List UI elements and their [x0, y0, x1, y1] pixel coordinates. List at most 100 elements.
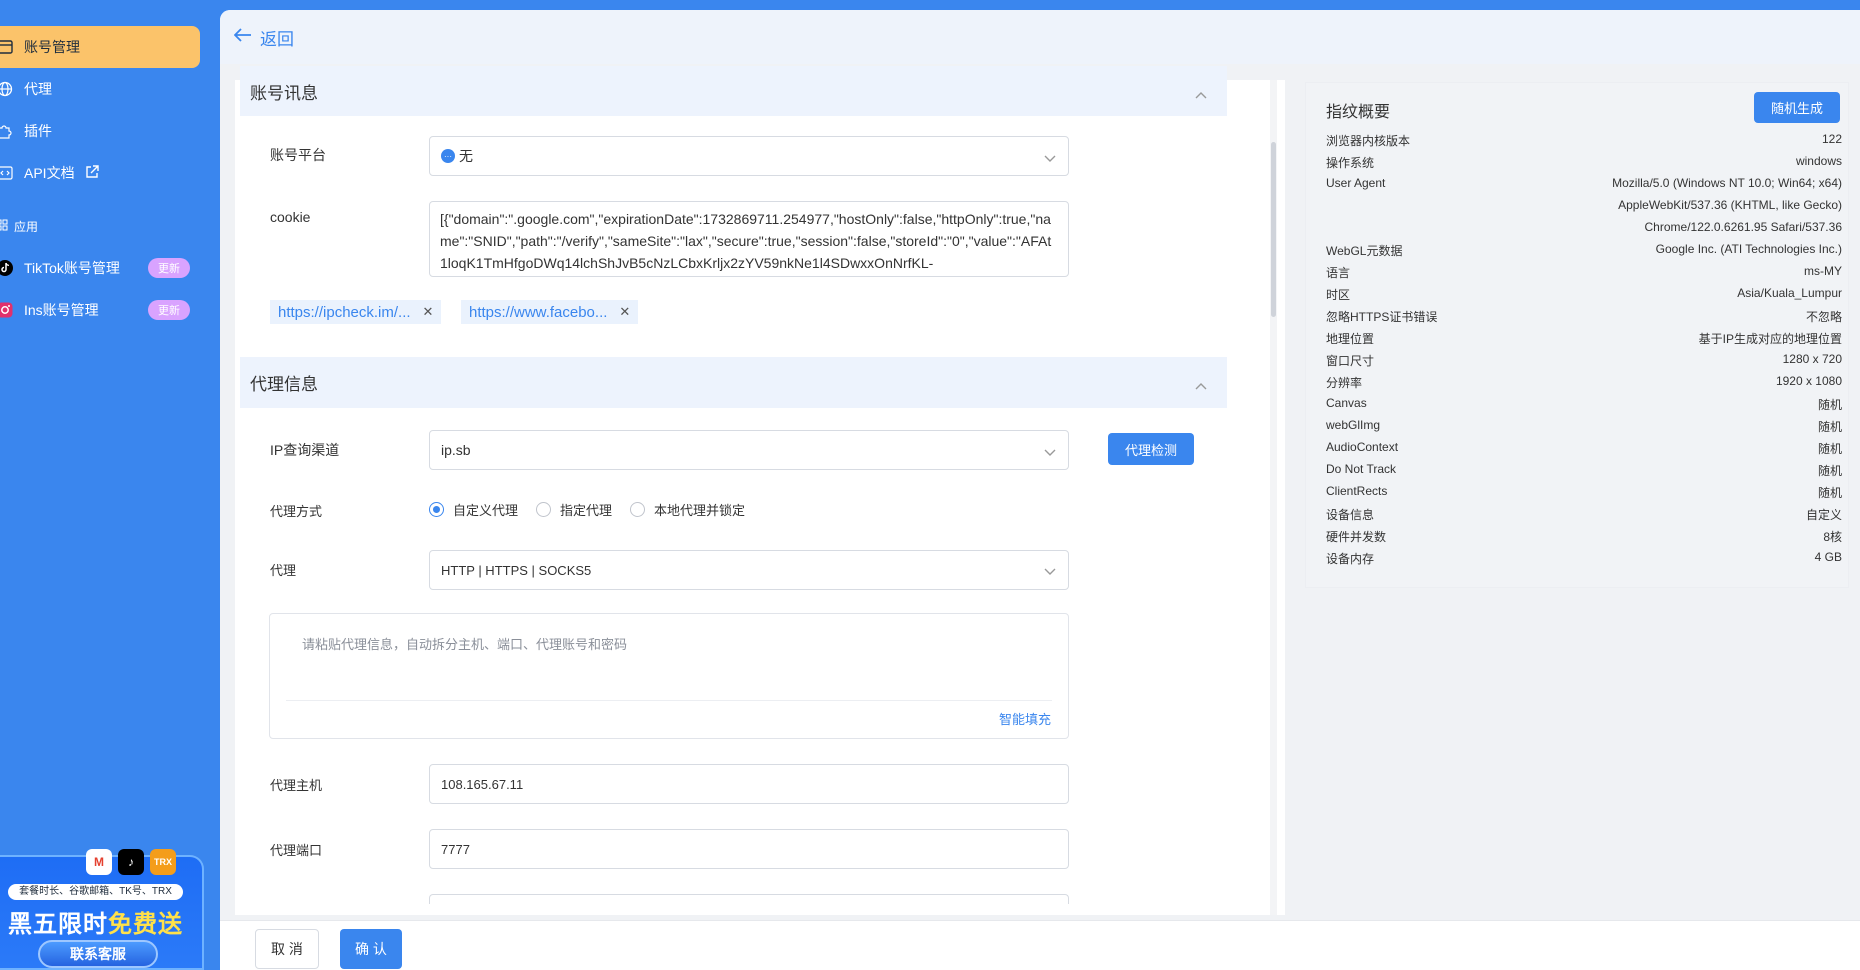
sidebar-item-label: 代理 — [24, 81, 52, 97]
fingerprint-summary: 指纹概要 随机生成 浏览器内核版本 122 操作系统 windows User Agen… — [1305, 82, 1849, 588]
random-generate-button[interactable]: 随机生成 — [1754, 92, 1840, 123]
proxy-port-input[interactable]: 7777 — [429, 829, 1069, 869]
fingerprint-key: webGlImg — [1326, 418, 1381, 432]
fingerprint-row: 设备内存 4 GB — [1326, 550, 1842, 567]
radio-custom-proxy[interactable]: 自定义代理 — [429, 500, 518, 519]
promo-banner[interactable]: M ♪ TRX 套餐时长、谷歌邮箱、TK号、TRX 黑五限时免费送 联系客服 — [0, 849, 204, 970]
fingerprint-row: User Agent Mozilla/5.0 (Windows NT 10.0; … — [1326, 176, 1842, 190]
tiktok-icon — [0, 259, 14, 277]
trx-icon: TRX — [150, 849, 176, 875]
code-icon — [0, 164, 14, 182]
ip-channel-select[interactable]: ip.sb — [429, 430, 1069, 470]
fingerprint-row: ClientRects 随机 — [1326, 484, 1842, 501]
footer-bar: 取 消 确 认 — [220, 920, 1860, 970]
proxy-paste-box[interactable]: 请粘贴代理信息，自动拆分主机、端口、代理账号和密码 智能填充 — [269, 613, 1069, 739]
fingerprint-row: 忽略HTTPS证书错误 不忽略 — [1326, 308, 1842, 325]
sidebar-item-tiktok[interactable]: TikTok账号管理 更新 — [0, 247, 200, 289]
fingerprint-row: AppleWebKit/537.36 (KHTML, like Gecko) — [1326, 198, 1842, 212]
close-icon[interactable]: ✕ — [619, 304, 630, 320]
fingerprint-key: Canvas — [1326, 396, 1367, 410]
fingerprint-row: 设备信息 自定义 — [1326, 506, 1842, 523]
contact-support-button[interactable]: 联系客服 — [38, 940, 158, 968]
proxy-section-header[interactable]: 代理信息 — [240, 357, 1227, 408]
account-section-header[interactable]: 账号讯息 — [240, 66, 1227, 116]
confirm-button[interactable]: 确 认 — [340, 929, 402, 969]
fingerprint-value: 自定义 — [1805, 508, 1842, 522]
radio-dot — [429, 502, 444, 517]
platform-label: 账号平台 — [270, 147, 326, 163]
fingerprint-value: ms-MY — [1804, 264, 1842, 278]
radio-dot — [536, 502, 552, 517]
chevron-up-icon — [1195, 84, 1207, 104]
fingerprint-row: Chrome/122.0.6261.95 Safari/537.36 — [1326, 220, 1842, 234]
sidebar-item-account-management[interactable]: 账号管理 — [0, 26, 200, 68]
fingerprint-key: WebGL元数据 — [1326, 244, 1403, 258]
cancel-button[interactable]: 取 消 — [255, 929, 319, 969]
platform-globe-icon: ··· — [441, 149, 455, 163]
radio-local-proxy-lock[interactable]: 本地代理并锁定 — [630, 500, 745, 519]
promo-title-highlight: 免费送 — [108, 911, 183, 938]
fingerprint-row: 地理位置 基于IP生成对应的地理位置 — [1326, 330, 1842, 347]
fingerprint-row: webGlImg 随机 — [1326, 418, 1842, 435]
globe-icon — [0, 80, 14, 98]
fingerprint-value: 8核 — [1823, 530, 1842, 544]
section-label: 应用 — [14, 220, 39, 234]
promo-icons: M ♪ TRX — [86, 849, 176, 875]
fingerprint-value: Google Inc. (ATI Technologies Inc.) — [1655, 242, 1842, 256]
fingerprint-row: 操作系统 windows — [1326, 154, 1842, 171]
section-title: 代理信息 — [250, 375, 318, 394]
sidebar-item-label: Ins账号管理 — [24, 302, 99, 318]
form-scrollbar[interactable] — [1270, 80, 1277, 915]
next-field-input[interactable] — [429, 894, 1069, 904]
url-tag[interactable]: https://www.facebo... ✕ — [461, 300, 639, 324]
divider — [286, 700, 1052, 701]
proxy-check-button[interactable]: 代理检测 — [1108, 433, 1194, 465]
sidebar-item-proxy[interactable]: 代理 — [0, 68, 200, 110]
fingerprint-key: 忽略HTTPS证书错误 — [1326, 310, 1438, 324]
promo-title-main: 黑五限时 — [8, 911, 108, 938]
platform-select[interactable]: ··· 无 — [429, 136, 1069, 176]
chevron-down-icon — [1044, 444, 1056, 460]
fingerprint-row: WebGL元数据 Google Inc. (ATI Technologies In… — [1326, 242, 1842, 259]
proxy-host-input[interactable]: 108.165.67.11 — [429, 764, 1069, 804]
puzzle-icon — [0, 122, 14, 140]
chevron-down-icon — [1044, 564, 1056, 579]
fingerprint-key: 操作系统 — [1326, 156, 1375, 170]
proxy-mode-radio-group: 自定义代理 指定代理 本地代理并锁定 — [429, 500, 763, 519]
sidebar-item-api-docs[interactable]: API文档 — [0, 152, 200, 194]
fingerprint-value: 基于IP生成对应的地理位置 — [1698, 332, 1842, 346]
scrollbar-thumb[interactable] — [1271, 142, 1276, 317]
paste-placeholder: 请粘贴代理信息，自动拆分主机、端口、代理账号和密码 — [302, 637, 628, 652]
sidebar-item-plugins[interactable]: 插件 — [0, 110, 200, 152]
url-tag[interactable]: https://ipcheck.im/... ✕ — [270, 300, 442, 324]
fingerprint-row: AudioContext 随机 — [1326, 440, 1842, 457]
proxy-port-value: 7777 — [441, 841, 470, 857]
fingerprint-row: Canvas 随机 — [1326, 396, 1842, 413]
fingerprint-key: 硬件并发数 — [1326, 530, 1387, 544]
fingerprint-key: ClientRects — [1326, 484, 1388, 498]
proxy-mode-label: 代理方式 — [270, 504, 323, 519]
fingerprint-value: 随机 — [1817, 442, 1842, 456]
url-tag-label: https://ipcheck.im/... — [278, 303, 411, 321]
proxy-type-label: 代理 — [270, 563, 297, 578]
update-badge: 更新 — [148, 258, 190, 278]
close-icon[interactable]: ✕ — [423, 304, 434, 320]
gmail-icon: M — [86, 849, 112, 875]
sidebar-item-instagram[interactable]: Ins账号管理 更新 — [0, 289, 200, 331]
fingerprint-key: 设备内存 — [1326, 552, 1375, 566]
cookie-textarea[interactable]: [{"domain":".google.com","expirationDate… — [429, 201, 1069, 277]
radio-specified-proxy[interactable]: 指定代理 — [536, 500, 612, 519]
radio-label: 本地代理并锁定 — [654, 503, 746, 518]
proxy-type-select[interactable]: HTTP | HTTPS | SOCKS5 — [429, 550, 1069, 590]
fingerprint-row: 浏览器内核版本 122 — [1326, 132, 1842, 149]
smart-fill-link[interactable]: 智能填充 — [999, 709, 1051, 728]
back-button[interactable]: 返回 — [233, 25, 294, 50]
fingerprint-value: 随机 — [1817, 420, 1842, 434]
fingerprint-key: AudioContext — [1326, 440, 1399, 454]
fingerprint-key: Do Not Track — [1326, 462, 1397, 476]
fingerprint-key: User Agent — [1326, 176, 1386, 190]
tiktok-icon: ♪ — [118, 849, 144, 875]
fingerprint-value: 1280 x 720 — [1782, 352, 1842, 366]
fingerprint-key: 设备信息 — [1326, 508, 1375, 522]
sidebar-item-label: 插件 — [24, 123, 52, 139]
